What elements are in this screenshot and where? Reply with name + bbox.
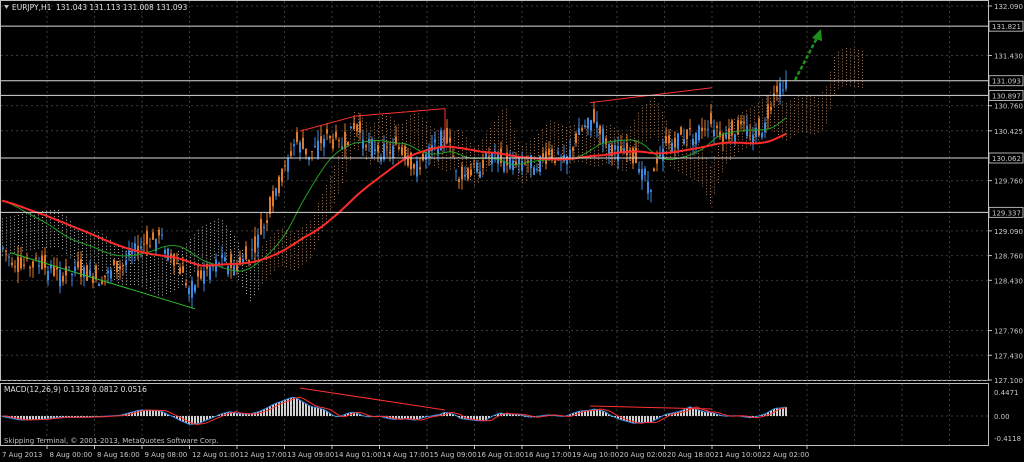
time-label: 15 Aug 09:00 bbox=[430, 451, 477, 459]
time-label: 16 Aug 17:00 bbox=[525, 451, 572, 459]
time-label: 8 Aug 00:00 bbox=[50, 451, 93, 459]
price-tick-label: 127.100 bbox=[994, 377, 1023, 385]
price-tick-label: 128.760 bbox=[994, 253, 1023, 261]
time-label: 22 Aug 02:00 bbox=[762, 451, 809, 459]
copyright-text: Skipping Terminal, © 2001-2013, MetaQuot… bbox=[4, 437, 219, 445]
macd-tick-label: 0.4471 bbox=[994, 389, 1019, 397]
price-tick-label: 129.760 bbox=[994, 178, 1023, 186]
time-label: 14 Aug 01:00 bbox=[335, 451, 382, 459]
time-label: 12 Aug 17:00 bbox=[240, 451, 287, 459]
time-label: 13 Aug 09:00 bbox=[287, 451, 334, 459]
price-tick-label: 130.760 bbox=[994, 103, 1023, 111]
price-tick-label: 128.430 bbox=[994, 277, 1023, 285]
price-tick-label: 127.430 bbox=[994, 352, 1023, 360]
time-label: 20 Aug 18:00 bbox=[667, 451, 714, 459]
time-label: 7 Aug 2013 bbox=[2, 451, 42, 459]
price-level-label: 131.093 bbox=[992, 78, 1021, 86]
time-label: 19 Aug 10:00 bbox=[572, 451, 619, 459]
price-tick-label: 131.430 bbox=[994, 52, 1023, 60]
price-level-label: 130.062 bbox=[992, 155, 1021, 163]
price-level-label: 129.337 bbox=[992, 209, 1021, 217]
ohlc-readout: 131.043 131.113 131.008 131.093 bbox=[56, 3, 187, 12]
time-label: 9 Aug 08:00 bbox=[145, 451, 188, 459]
price-tick-label: 129.090 bbox=[994, 228, 1023, 236]
macd-tick-label: 0.00 bbox=[994, 413, 1010, 421]
time-label: 12 Aug 01:00 bbox=[192, 451, 239, 459]
price-level-label: 130.897 bbox=[992, 92, 1021, 100]
price-tick-label: 127.760 bbox=[994, 328, 1023, 336]
time-label: 14 Aug 17:00 bbox=[382, 451, 429, 459]
time-label: 21 Aug 10:00 bbox=[715, 451, 762, 459]
price-level-label: 131.821 bbox=[992, 23, 1021, 31]
time-label: 16 Aug 01:00 bbox=[477, 451, 524, 459]
macd-title: MACD(12,26,9) 0.1328 0.0812 0.0516 bbox=[4, 385, 147, 394]
price-tick-label: 132.090 bbox=[994, 3, 1023, 11]
chart-window[interactable]: 131.821 131.093 130.897 130.062 129.337 132.… bbox=[0, 0, 1024, 462]
time-label: 8 Aug 16:00 bbox=[97, 451, 140, 459]
time-label: 20 Aug 02:00 bbox=[620, 451, 667, 459]
price-tick-label: 130.425 bbox=[994, 128, 1023, 136]
macd-tick-label: -0.4118 bbox=[994, 435, 1021, 443]
symbol-label: EURJPY,H1 bbox=[12, 3, 52, 12]
